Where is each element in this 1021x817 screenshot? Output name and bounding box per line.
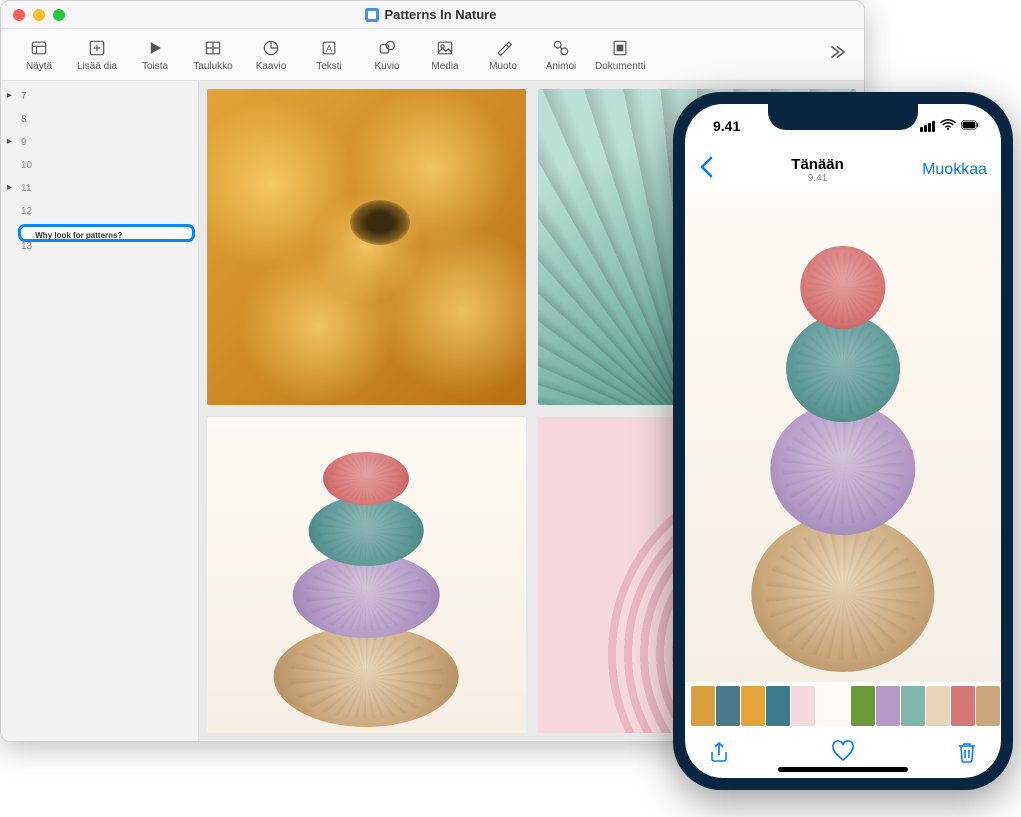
photo-strip-thumbnail[interactable]: [851, 686, 875, 726]
slide-number: 9: [21, 137, 192, 148]
iphone-device: 9.41 Tänään 9.41 Muokkaa: [673, 92, 1013, 790]
toolbar-animate-button[interactable]: Animoi: [537, 37, 585, 72]
toolbar-label: Animoi: [546, 61, 577, 72]
favorite-button[interactable]: [831, 740, 855, 769]
status-time: 9.41: [713, 118, 740, 134]
window-title-text: Patterns In Nature: [385, 7, 497, 22]
toolbar-play-button[interactable]: Toista: [131, 37, 179, 72]
photo-strip-thumbnail[interactable]: [876, 686, 900, 726]
window-title: Patterns In Nature: [65, 7, 796, 22]
photo-strip-thumbnail[interactable]: [766, 686, 790, 726]
wifi-icon: [939, 118, 957, 135]
toolbar-add-slide-button[interactable]: Lisää dia: [73, 37, 121, 72]
toolbar-format-button[interactable]: Muoto: [479, 37, 527, 72]
photo-strip-thumbnail[interactable]: [926, 686, 950, 726]
photo-strip-thumbnail[interactable]: [976, 686, 1000, 726]
view-icon: [28, 37, 50, 59]
photo-strip-thumbnail[interactable]: [716, 686, 740, 726]
photo-strip-thumbnail[interactable]: [691, 686, 715, 726]
slide-number: 10: [21, 160, 192, 171]
disclosure-triangle-icon[interactable]: ▸: [7, 90, 17, 101]
photo-thumbnail-strip[interactable]: [685, 682, 1001, 730]
toolbar-view-button[interactable]: Näytä: [15, 37, 63, 72]
home-indicator[interactable]: [778, 767, 908, 772]
slide-number: 8: [21, 114, 192, 125]
table-icon: [202, 37, 224, 59]
share-button[interactable]: [707, 740, 731, 769]
slide-number: 13: [21, 241, 192, 252]
slide-number: 7: [21, 91, 192, 102]
toolbar-overflow-button[interactable]: [820, 37, 850, 72]
add-slide-icon: [86, 37, 108, 59]
delete-button[interactable]: [955, 740, 979, 769]
photo-viewer[interactable]: [685, 192, 1001, 682]
canvas-image-honeycomb[interactable]: [207, 89, 526, 405]
toolbar-label: Kaavio: [256, 61, 287, 72]
keynote-doc-icon: [365, 8, 379, 22]
toolbar: Näytä Lisää dia Toista Taulukko Kaavio A Tekst…: [1, 29, 864, 81]
toolbar-table-button[interactable]: Taulukko: [189, 37, 237, 72]
edit-button[interactable]: Muokkaa: [922, 161, 987, 179]
iphone-screen: 9.41 Tänään 9.41 Muokkaa: [685, 104, 1001, 778]
photo-strip-thumbnail[interactable]: [951, 686, 975, 726]
toolbar-label: Media: [431, 61, 458, 72]
photo-strip-thumbnail[interactable]: [791, 686, 815, 726]
minimize-window-button[interactable]: [33, 9, 45, 21]
toolbar-media-button[interactable]: Media: [421, 37, 469, 72]
photos-nav-bar: Tänään 9.41 Muokkaa: [685, 148, 1001, 192]
toolbar-label: Toista: [142, 61, 168, 72]
toolbar-shape-button[interactable]: Kuvio: [363, 37, 411, 72]
titlebar: Patterns In Nature: [1, 1, 864, 29]
toolbar-label: Muoto: [489, 61, 517, 72]
media-icon: [434, 37, 456, 59]
traffic-lights: [13, 9, 65, 21]
toolbar-label: Taulukko: [193, 61, 232, 72]
animate-icon: [550, 37, 572, 59]
slide-number: 11: [21, 183, 192, 194]
document-icon: [609, 37, 631, 59]
play-icon: [144, 37, 166, 59]
disclosure-triangle-icon[interactable]: ▸: [7, 136, 17, 147]
notch: [768, 104, 918, 130]
fullscreen-window-button[interactable]: [53, 9, 65, 21]
slide-thumbnail-label: Why look for patterns?: [31, 229, 126, 239]
toolbar-chart-button[interactable]: Kaavio: [247, 37, 295, 72]
toolbar-label: Dokumentti: [595, 61, 646, 72]
chart-icon: [260, 37, 282, 59]
signal-icon: [920, 121, 935, 132]
format-icon: [492, 37, 514, 59]
toolbar-document-button[interactable]: Dokumentti: [595, 37, 646, 72]
toolbar-text-button[interactable]: A Teksti: [305, 37, 353, 72]
toolbar-label: Näytä: [26, 61, 52, 72]
nav-subtitle: 9.41: [791, 173, 844, 184]
canvas-image-sea-urchins[interactable]: [207, 417, 526, 733]
photo-strip-thumbnail[interactable]: [816, 686, 850, 726]
photo-strip-thumbnail[interactable]: [741, 686, 765, 726]
toolbar-label: Kuvio: [374, 61, 399, 72]
nav-title: Tänään: [791, 156, 844, 173]
slide-number: 12: [21, 206, 192, 217]
toolbar-label: Lisää dia: [77, 61, 117, 72]
battery-icon: [961, 118, 979, 135]
toolbar-label: Teksti: [316, 61, 342, 72]
disclosure-triangle-icon[interactable]: ▸: [7, 182, 17, 193]
shape-icon: [376, 37, 398, 59]
close-window-button[interactable]: [13, 9, 25, 21]
slide-thumbnail[interactable]: Why look for patterns?: [21, 227, 192, 239]
svg-text:A: A: [326, 43, 333, 53]
slide-navigator[interactable]: ▸LAYERS7Under the surface8▸FRACTALS9Look…: [1, 81, 199, 741]
photo-strip-thumbnail[interactable]: [901, 686, 925, 726]
back-button[interactable]: [699, 156, 713, 185]
text-icon: A: [318, 37, 340, 59]
nav-title-group: Tänään 9.41: [791, 156, 844, 184]
